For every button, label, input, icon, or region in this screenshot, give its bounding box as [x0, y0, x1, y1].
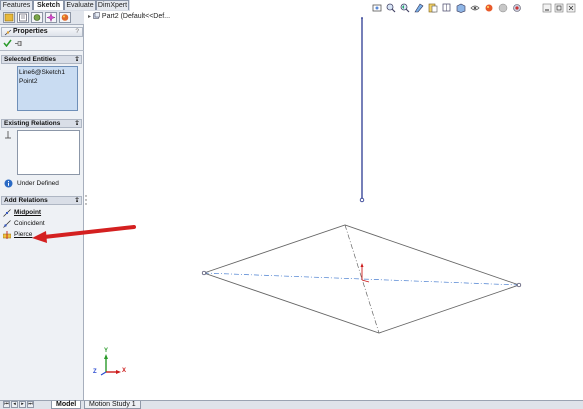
- info-icon: [4, 179, 13, 188]
- property-manager-icon[interactable]: [17, 12, 29, 23]
- feature-manager-icon[interactable]: [3, 12, 15, 23]
- collapse-chevron-icon[interactable]: ⮸: [75, 56, 79, 64]
- relation-type-icon: [5, 131, 11, 139]
- tab-sketch[interactable]: Sketch: [33, 0, 64, 10]
- existing-relations-list[interactable]: [17, 130, 80, 175]
- dimxpert-manager-icon[interactable]: [45, 12, 57, 23]
- relation-midpoint[interactable]: Midpoint: [2, 208, 80, 218]
- add-relations-header[interactable]: Add Relations ⮸: [1, 196, 82, 205]
- selected-entities-list[interactable]: Line6@Sketch1 Point2: [17, 66, 78, 111]
- list-item[interactable]: Point2: [19, 78, 37, 85]
- triad-y-label: Y: [104, 348, 109, 354]
- sketch-point[interactable]: [201, 270, 207, 276]
- graphics-area[interactable]: [88, 0, 583, 400]
- manager-icon-tabs: [0, 11, 84, 25]
- status-text: Under Defined: [17, 180, 59, 187]
- tab-model[interactable]: Model: [51, 401, 82, 409]
- selected-point[interactable]: [359, 197, 365, 203]
- configuration-manager-icon[interactable]: [31, 12, 43, 23]
- pierce-icon: [3, 231, 11, 239]
- properties-title: Properties: [13, 28, 48, 35]
- last-icon[interactable]: ⏭: [27, 401, 34, 408]
- help-icon[interactable]: ?: [75, 28, 79, 35]
- display-manager-icon[interactable]: [59, 12, 71, 23]
- relations-icon: [4, 29, 12, 36]
- selected-entities-title: Selected Entities: [4, 56, 57, 63]
- collapse-chevron-icon[interactable]: ⮸: [75, 197, 79, 205]
- existing-relations-header[interactable]: Existing Relations ⮸: [1, 119, 82, 128]
- next-icon[interactable]: ▸: [19, 401, 26, 408]
- centerline[interactable]: [203, 272, 520, 286]
- properties-header: Properties ?: [1, 27, 83, 37]
- add-relations-title: Add Relations: [4, 197, 48, 204]
- tab-motion-study-1[interactable]: Motion Study 1: [84, 401, 141, 409]
- existing-relations-title: Existing Relations: [4, 120, 61, 127]
- list-item[interactable]: Line6@Sketch1: [19, 69, 65, 76]
- collapse-chevron-icon[interactable]: ⮸: [75, 120, 79, 128]
- relation-label: Midpoint: [14, 209, 42, 216]
- coincident-icon: [3, 220, 11, 228]
- line-endpoint[interactable]: [361, 17, 363, 19]
- view-triad: Y X Z: [93, 348, 129, 380]
- triad-z-label: Z: [93, 369, 97, 375]
- origin-arrowhead: [360, 263, 364, 267]
- tab-features[interactable]: Features: [0, 0, 33, 10]
- prev-icon[interactable]: ◂: [11, 401, 18, 408]
- pushpin-icon[interactable]: [14, 40, 23, 47]
- sketch-point[interactable]: [516, 282, 522, 288]
- first-icon[interactable]: ⏮: [3, 401, 10, 408]
- selected-entities-header[interactable]: Selected Entities ⮸: [1, 55, 82, 64]
- triad-x-label: X: [122, 368, 127, 374]
- bottom-tab-bar: ⏮ ◂ ▸ ⏭ Model Motion Study 1: [0, 400, 583, 409]
- checkmark-icon[interactable]: [3, 39, 12, 47]
- divider: [0, 50, 84, 51]
- origin-x-arrow: [361, 279, 370, 283]
- midpoint-icon: [3, 209, 11, 217]
